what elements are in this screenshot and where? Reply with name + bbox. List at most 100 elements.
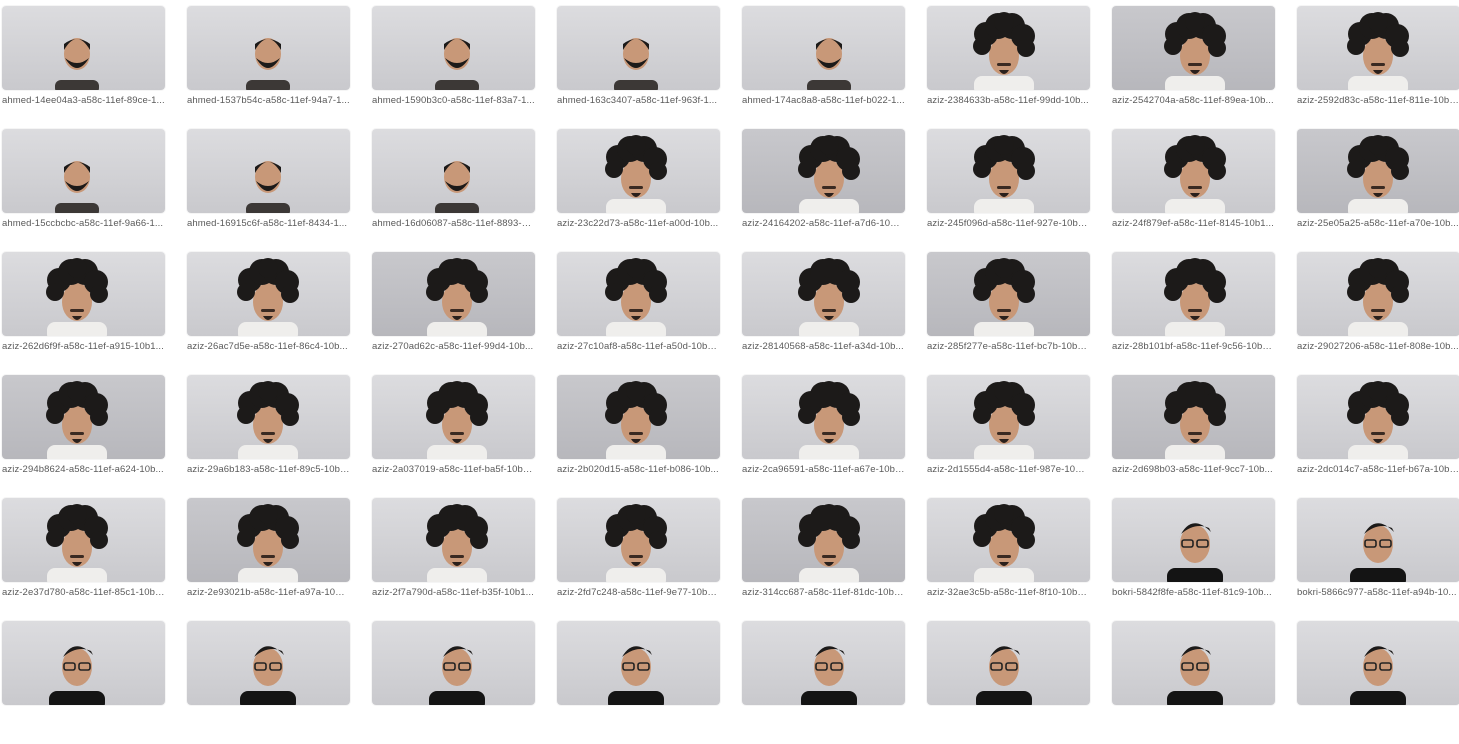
image-thumbnail[interactable] bbox=[1297, 498, 1459, 582]
image-thumbnail[interactable] bbox=[2, 621, 165, 705]
image-thumbnail[interactable] bbox=[927, 375, 1090, 459]
file-tile[interactable] bbox=[372, 621, 535, 744]
image-thumbnail[interactable] bbox=[1112, 375, 1275, 459]
file-tile[interactable]: aziz-314cc687-a58c-11ef-81dc-10b1... bbox=[742, 498, 905, 621]
image-thumbnail[interactable] bbox=[372, 129, 535, 213]
file-tile[interactable] bbox=[927, 621, 1090, 744]
file-name-label: aziz-23c22d73-a58c-11ef-a00d-10b... bbox=[557, 218, 719, 229]
image-thumbnail[interactable] bbox=[557, 6, 720, 90]
file-tile[interactable]: aziz-270ad62c-a58c-11ef-99d4-10b... bbox=[372, 252, 535, 375]
portrait-image bbox=[973, 12, 1035, 90]
file-tile[interactable]: aziz-25e05a25-a58c-11ef-a70e-10b... bbox=[1297, 129, 1459, 252]
image-thumbnail[interactable] bbox=[742, 129, 905, 213]
image-thumbnail[interactable] bbox=[1112, 252, 1275, 336]
file-tile[interactable]: aziz-29a6b183-a58c-11ef-89c5-10b1... bbox=[187, 375, 350, 498]
image-thumbnail[interactable] bbox=[2, 129, 165, 213]
file-tile[interactable]: aziz-2b020d15-a58c-11ef-b086-10b... bbox=[557, 375, 720, 498]
file-tile[interactable]: aziz-2592d83c-a58c-11ef-811e-10b1... bbox=[1297, 6, 1459, 129]
file-tile[interactable]: ahmed-16915c6f-a58c-11ef-8434-1... bbox=[187, 129, 350, 252]
image-thumbnail[interactable] bbox=[557, 375, 720, 459]
image-thumbnail[interactable] bbox=[742, 621, 905, 705]
file-tile[interactable]: aziz-262d6f9f-a58c-11ef-a915-10b1... bbox=[2, 252, 165, 375]
image-thumbnail[interactable] bbox=[187, 129, 350, 213]
image-thumbnail[interactable] bbox=[1112, 129, 1275, 213]
file-tile[interactable]: aziz-2dc014c7-a58c-11ef-b67a-10b1... bbox=[1297, 375, 1459, 498]
image-thumbnail[interactable] bbox=[372, 621, 535, 705]
file-tile[interactable] bbox=[2, 621, 165, 744]
file-tile[interactable]: aziz-2542704a-a58c-11ef-89ea-10b... bbox=[1112, 6, 1275, 129]
image-thumbnail[interactable] bbox=[1112, 498, 1275, 582]
image-thumbnail[interactable] bbox=[927, 6, 1090, 90]
file-tile[interactable]: aziz-24164202-a58c-11ef-a7d6-10b1... bbox=[742, 129, 905, 252]
image-thumbnail[interactable] bbox=[2, 6, 165, 90]
image-thumbnail[interactable] bbox=[2, 498, 165, 582]
file-tile[interactable]: ahmed-163c3407-a58c-11ef-963f-1... bbox=[557, 6, 720, 129]
file-tile[interactable]: aziz-27c10af8-a58c-11ef-a50d-10b1... bbox=[557, 252, 720, 375]
file-tile[interactable]: ahmed-174ac8a8-a58c-11ef-b022-1... bbox=[742, 6, 905, 129]
portrait-image bbox=[237, 258, 299, 336]
file-tile[interactable]: bokri-5842f8fe-a58c-11ef-81c9-10b... bbox=[1112, 498, 1275, 621]
file-tile[interactable]: aziz-2ca96591-a58c-11ef-a67e-10b1... bbox=[742, 375, 905, 498]
image-thumbnail[interactable] bbox=[742, 6, 905, 90]
file-tile[interactable]: ahmed-15ccbcbc-a58c-11ef-9a66-1... bbox=[2, 129, 165, 252]
file-tile[interactable]: ahmed-16d06087-a58c-11ef-8893-1... bbox=[372, 129, 535, 252]
image-thumbnail[interactable] bbox=[372, 252, 535, 336]
file-tile[interactable]: aziz-2f7a790d-a58c-11ef-b35f-10b1... bbox=[372, 498, 535, 621]
image-thumbnail[interactable] bbox=[1297, 129, 1459, 213]
image-thumbnail[interactable] bbox=[372, 375, 535, 459]
file-tile[interactable]: aziz-29027206-a58c-11ef-808e-10b... bbox=[1297, 252, 1459, 375]
file-tile[interactable]: aziz-28140568-a58c-11ef-a34d-10b... bbox=[742, 252, 905, 375]
image-thumbnail[interactable] bbox=[372, 6, 535, 90]
file-tile[interactable]: aziz-294b8624-a58c-11ef-a624-10b... bbox=[2, 375, 165, 498]
file-tile[interactable]: bokri-5866c977-a58c-11ef-a94b-10... bbox=[1297, 498, 1459, 621]
file-tile[interactable]: aziz-285f277e-a58c-11ef-bc7b-10b1... bbox=[927, 252, 1090, 375]
file-tile[interactable] bbox=[742, 621, 905, 744]
image-thumbnail[interactable] bbox=[927, 252, 1090, 336]
file-tile[interactable]: ahmed-1537b54c-a58c-11ef-94a7-1... bbox=[187, 6, 350, 129]
image-thumbnail[interactable] bbox=[2, 252, 165, 336]
image-thumbnail[interactable] bbox=[557, 621, 720, 705]
image-thumbnail[interactable] bbox=[1297, 621, 1459, 705]
file-tile[interactable] bbox=[187, 621, 350, 744]
image-thumbnail[interactable] bbox=[557, 498, 720, 582]
image-thumbnail[interactable] bbox=[2, 375, 165, 459]
image-thumbnail[interactable] bbox=[187, 375, 350, 459]
image-thumbnail[interactable] bbox=[1112, 621, 1275, 705]
image-thumbnail[interactable] bbox=[557, 252, 720, 336]
file-tile[interactable]: aziz-2d698b03-a58c-11ef-9cc7-10b... bbox=[1112, 375, 1275, 498]
file-tile[interactable]: ahmed-1590b3c0-a58c-11ef-83a7-1... bbox=[372, 6, 535, 129]
file-tile[interactable]: aziz-2d1555d4-a58c-11ef-987e-10b1... bbox=[927, 375, 1090, 498]
file-tile[interactable] bbox=[1297, 621, 1459, 744]
file-tile[interactable]: aziz-26ac7d5e-a58c-11ef-86c4-10b... bbox=[187, 252, 350, 375]
image-thumbnail[interactable] bbox=[187, 252, 350, 336]
file-tile[interactable] bbox=[557, 621, 720, 744]
file-tile[interactable]: aziz-23c22d73-a58c-11ef-a00d-10b... bbox=[557, 129, 720, 252]
image-thumbnail[interactable] bbox=[927, 498, 1090, 582]
image-thumbnail[interactable] bbox=[187, 621, 350, 705]
image-thumbnail[interactable] bbox=[742, 375, 905, 459]
image-thumbnail[interactable] bbox=[1297, 375, 1459, 459]
file-tile[interactable]: aziz-32ae3c5b-a58c-11ef-8f10-10b1... bbox=[927, 498, 1090, 621]
image-thumbnail[interactable] bbox=[557, 129, 720, 213]
image-thumbnail[interactable] bbox=[1112, 6, 1275, 90]
image-thumbnail[interactable] bbox=[742, 252, 905, 336]
file-name-label: aziz-262d6f9f-a58c-11ef-a915-10b1... bbox=[2, 341, 164, 352]
image-thumbnail[interactable] bbox=[1297, 6, 1459, 90]
file-tile[interactable]: aziz-2fd7c248-a58c-11ef-9e77-10b1... bbox=[557, 498, 720, 621]
image-thumbnail[interactable] bbox=[187, 6, 350, 90]
file-tile[interactable]: aziz-2e37d780-a58c-11ef-85c1-10b1... bbox=[2, 498, 165, 621]
file-tile[interactable]: aziz-245f096d-a58c-11ef-927e-10b1... bbox=[927, 129, 1090, 252]
file-tile[interactable]: aziz-24f879ef-a58c-11ef-8145-10b1... bbox=[1112, 129, 1275, 252]
image-thumbnail[interactable] bbox=[187, 498, 350, 582]
image-thumbnail[interactable] bbox=[372, 498, 535, 582]
image-thumbnail[interactable] bbox=[927, 621, 1090, 705]
file-tile[interactable]: aziz-2384633b-a58c-11ef-99dd-10b... bbox=[927, 6, 1090, 129]
file-tile[interactable] bbox=[1112, 621, 1275, 744]
file-tile[interactable]: aziz-2a037019-a58c-11ef-ba5f-10b1... bbox=[372, 375, 535, 498]
image-thumbnail[interactable] bbox=[742, 498, 905, 582]
image-thumbnail[interactable] bbox=[1297, 252, 1459, 336]
file-tile[interactable]: ahmed-14ee04a3-a58c-11ef-89ce-1... bbox=[2, 6, 165, 129]
file-tile[interactable]: aziz-28b101bf-a58c-11ef-9c56-10b1... bbox=[1112, 252, 1275, 375]
file-tile[interactable]: aziz-2e93021b-a58c-11ef-a97a-10b1... bbox=[187, 498, 350, 621]
image-thumbnail[interactable] bbox=[927, 129, 1090, 213]
